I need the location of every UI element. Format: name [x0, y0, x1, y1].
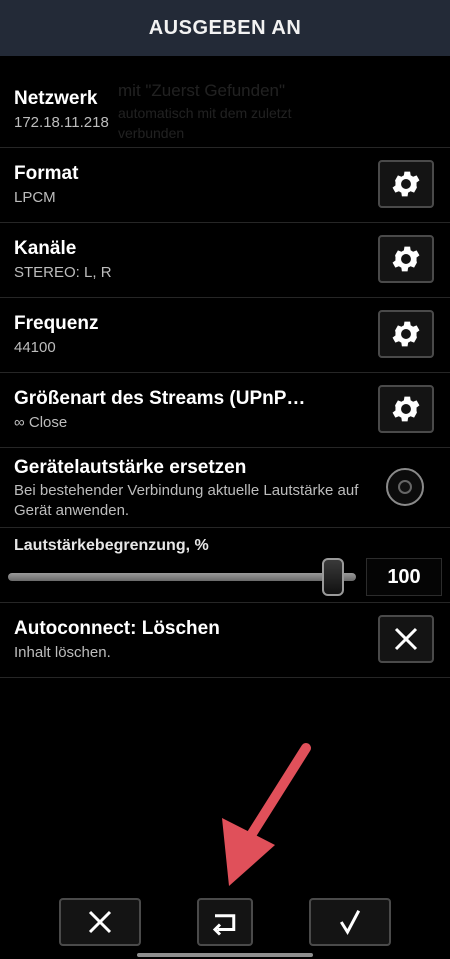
back-button[interactable]	[197, 898, 253, 946]
gear-icon	[392, 246, 420, 272]
format-settings-button[interactable]	[378, 160, 434, 208]
network-address: 172.18.11.218	[14, 114, 109, 131]
confirm-button[interactable]	[309, 898, 391, 946]
autoconnect-clear-button[interactable]	[378, 615, 434, 663]
volume-limit-value-field[interactable]: 100	[366, 558, 442, 596]
network-row[interactable]: Netzwerk 172.18.11.218	[0, 74, 450, 148]
frequency-settings-button[interactable]	[378, 310, 434, 358]
channels-value: STEREO: L, R	[14, 264, 112, 281]
volume-limit-slider-track[interactable]	[8, 573, 356, 581]
format-title: Format	[14, 163, 79, 184]
title-bar: AUSGEBEN AN	[0, 0, 450, 56]
network-title: Netzwerk	[14, 88, 98, 109]
page-title: AUSGEBEN AN	[148, 16, 302, 39]
return-icon	[212, 914, 236, 936]
volume-limit-label: Lautstärkebegrenzung, %	[14, 537, 209, 554]
autoconnect-value: Inhalt löschen.	[14, 644, 111, 661]
device-volume-title: Gerätelautstärke ersetzen	[14, 457, 247, 478]
stream-size-value: ∞ Close	[14, 414, 68, 431]
home-indicator[interactable]	[137, 953, 313, 957]
channels-title: Kanäle	[14, 238, 77, 259]
close-icon	[88, 910, 112, 934]
channels-settings-button[interactable]	[378, 235, 434, 283]
volume-limit-value: 100	[387, 565, 421, 588]
format-value: LPCM	[14, 189, 56, 206]
frequency-row[interactable]: Frequenz 44100	[0, 298, 450, 373]
volume-limit-slider-thumb[interactable]	[322, 558, 344, 596]
channels-row[interactable]: Kanäle STEREO: L, R	[0, 223, 450, 298]
device-volume-description: Bei bestehender Verbindung aktuelle Laut…	[14, 482, 359, 519]
gear-icon	[392, 321, 420, 347]
stream-size-row[interactable]: Größenart des Streams (UPnP… ∞ Close	[0, 373, 450, 448]
format-row[interactable]: Format LPCM	[0, 148, 450, 223]
gear-icon	[392, 396, 420, 422]
frequency-title: Frequenz	[14, 313, 99, 334]
close-icon	[394, 627, 418, 651]
device-volume-row[interactable]: Gerätelautstärke ersetzen Bei bestehende…	[0, 448, 450, 528]
checkmark-icon	[339, 910, 361, 936]
autoconnect-title: Autoconnect: Löschen	[14, 618, 220, 639]
cancel-button[interactable]	[59, 898, 141, 946]
toggle-dot	[398, 480, 412, 494]
autoconnect-row[interactable]: Autoconnect: Löschen Inhalt löschen.	[0, 603, 450, 678]
stream-size-settings-button[interactable]	[378, 385, 434, 433]
frequency-value: 44100	[14, 339, 56, 356]
gear-icon	[392, 171, 420, 197]
stream-size-title: Größenart des Streams (UPnP…	[14, 388, 306, 409]
device-volume-toggle[interactable]	[386, 468, 424, 506]
